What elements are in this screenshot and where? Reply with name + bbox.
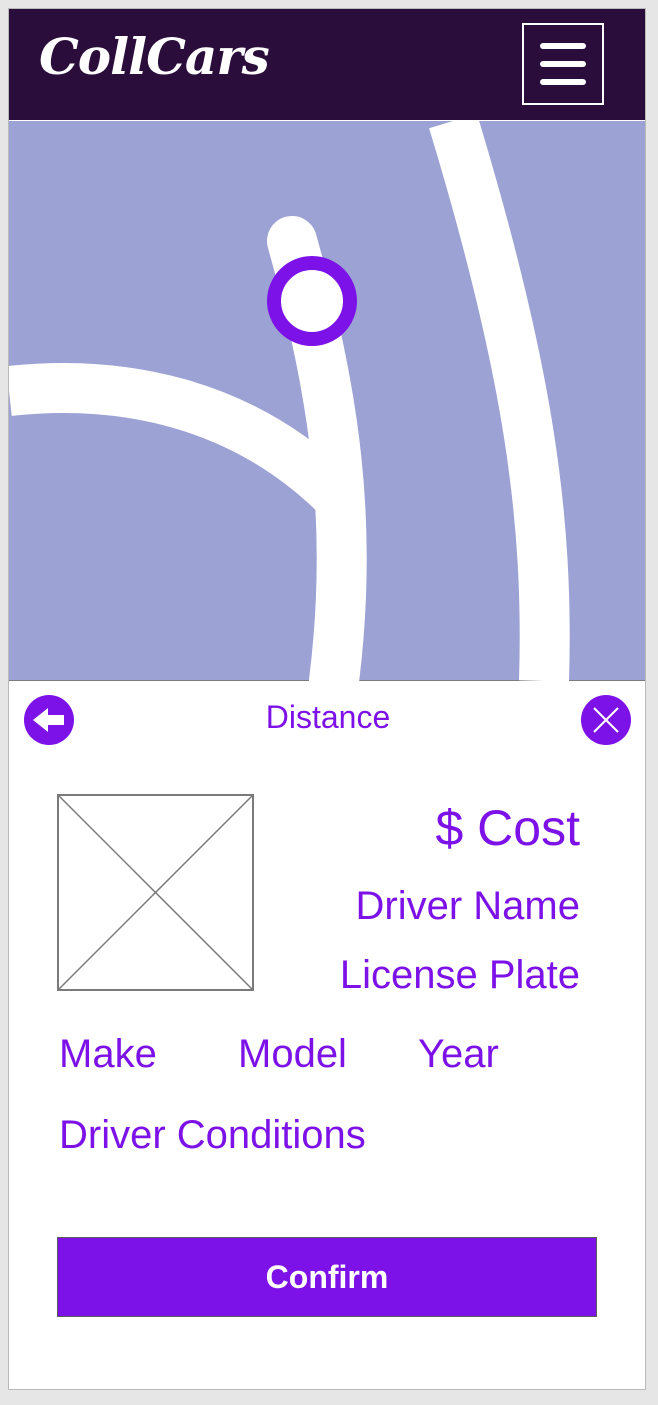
route-map[interactable] [9,121,645,681]
map-roads [9,121,570,681]
license-plate: License Plate [339,953,580,997]
hamburger-menu-icon[interactable] [522,23,604,105]
close-circle-icon[interactable] [581,695,631,745]
menu-line [540,43,586,49]
distance-title: Distance [265,699,391,735]
confirm-button[interactable]: Confirm [57,1237,597,1317]
driver-conditions: Driver Conditions [59,1113,366,1157]
app-header: CollCars [9,9,645,120]
vehicle-year: Year [418,1032,499,1076]
vehicle-model: Model [238,1032,347,1076]
road-right [429,121,570,681]
driver-name: Driver Name [355,884,580,928]
app-screen: CollCars Distance $ Cost Driver Name Lic… [8,8,646,1390]
road-left [9,363,352,512]
menu-line [540,79,586,85]
app-logo: CollCars [39,27,270,86]
ride-cost: $ Cost [435,800,580,856]
vehicle-make: Make [59,1032,157,1076]
image-placeholder-icon [57,794,254,991]
menu-line [540,61,586,67]
location-ring-icon[interactable] [267,256,357,346]
